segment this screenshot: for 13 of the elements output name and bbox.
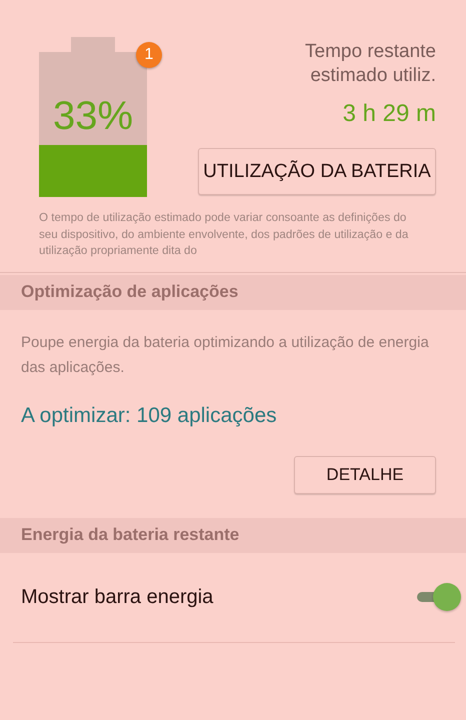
battery-usage-button[interactable]: UTILIZAÇÃO DA BATERIA bbox=[198, 148, 436, 195]
section-header: Energia da bateria restante bbox=[21, 525, 240, 545]
estimate-note: O tempo de utilização estimado pode variar consoante as definições do seu dispositivo, do ambiente envolvente, dos padrões de utilização e da utilização propriamente dita do bbox=[39, 210, 410, 259]
optimization-status: A optimizar: 109 aplicações bbox=[21, 404, 278, 428]
remaining-time-label: Tempo restante estimado utiliz. bbox=[304, 40, 436, 88]
toggle-switch[interactable] bbox=[415, 583, 461, 611]
notification-badge: 1 bbox=[136, 42, 162, 68]
remaining-time: 3 h 29 m bbox=[342, 100, 436, 128]
detail-button[interactable]: DETALHE bbox=[294, 456, 436, 494]
section-header: Optimização de aplicações bbox=[21, 282, 238, 302]
optimization-description: Poupe energia da bateria optimizando a utilização de energia das aplicações. bbox=[21, 332, 430, 378]
battery-percent: 33% bbox=[52, 94, 134, 139]
setting-label: Mostrar barra energia bbox=[21, 586, 214, 608]
